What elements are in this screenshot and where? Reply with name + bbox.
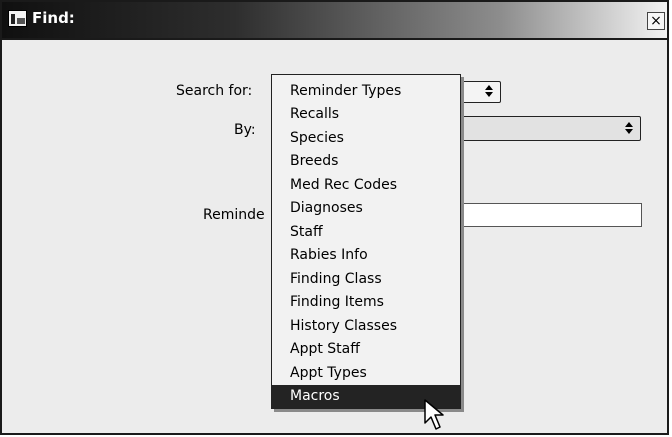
dropdown-item-med-rec-codes[interactable]: Med Rec Codes	[272, 174, 460, 197]
search-for-label: Search for:	[176, 83, 253, 99]
by-popup[interactable]	[454, 116, 641, 141]
app-icon	[8, 10, 27, 27]
dropdown-item-species[interactable]: Species	[272, 127, 460, 150]
close-button[interactable]: ×	[647, 12, 665, 30]
dropdown-item-diagnoses[interactable]: Diagnoses	[272, 197, 460, 220]
dropdown-item-appt-types[interactable]: Appt Types	[272, 362, 460, 385]
dropdown-item-reminder-types[interactable]: Reminder Types	[272, 80, 460, 103]
close-icon: ×	[650, 13, 662, 29]
find-dialog: Find: × Search for: By: Reminde Reminder…	[0, 0, 669, 435]
dropdown-item-staff[interactable]: Staff	[272, 221, 460, 244]
reminder-label: Reminde	[203, 207, 265, 223]
dropdown-item-finding-items[interactable]: Finding Items	[272, 291, 460, 314]
dropdown-item-history-classes[interactable]: History Classes	[272, 315, 460, 338]
dropdown-item-recalls[interactable]: Recalls	[272, 103, 460, 126]
updown-arrows-icon	[485, 85, 493, 97]
mouse-pointer-icon	[424, 399, 444, 430]
by-label: By:	[234, 122, 256, 138]
dropdown-item-appt-staff[interactable]: Appt Staff	[272, 338, 460, 361]
title-bar[interactable]: Find: ×	[2, 2, 667, 40]
window-title: Find:	[32, 9, 75, 27]
search-for-popup[interactable]	[454, 81, 501, 103]
dropdown-item-finding-class[interactable]: Finding Class	[272, 268, 460, 291]
dropdown-item-breeds[interactable]: Breeds	[272, 150, 460, 173]
updown-arrows-icon	[625, 122, 633, 134]
search-for-dropdown-menu: Reminder Types Recalls Species Breeds Me…	[271, 74, 461, 409]
dropdown-item-rabies-info[interactable]: Rabies Info	[272, 244, 460, 267]
reminder-field[interactable]	[454, 203, 642, 227]
